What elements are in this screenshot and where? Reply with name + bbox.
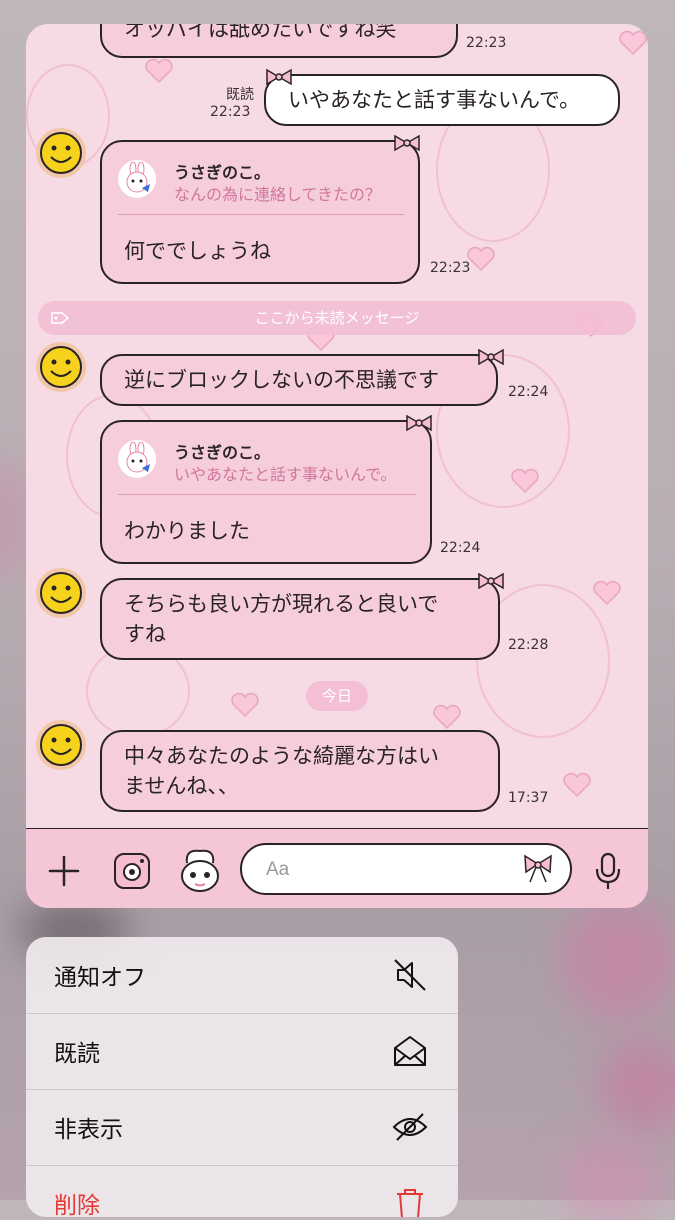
message-bubble-partial[interactable]: オッパイは舐めたいですね笑: [100, 24, 458, 58]
context-menu: 通知オフ 既読 非表示 削除: [26, 937, 458, 1217]
bow-decoration-icon: [394, 134, 420, 152]
message-text-line-1: 中々あなたのような綺麗な方はい: [124, 744, 439, 768]
message-text-line-2: すね: [124, 622, 166, 646]
heart-decoration-icon: [563, 772, 591, 798]
message-time: 22:24: [508, 384, 549, 400]
envelope-open-icon: [394, 1036, 426, 1066]
sticker-icon: [181, 849, 219, 892]
message-text: オッパイは舐めたいですね笑: [124, 24, 397, 41]
menu-item-hide[interactable]: 非表示: [26, 1089, 458, 1166]
reply-message-bubble[interactable]: うさぎのこ。 いやあなたと話す事ないんで。 わかりました: [100, 420, 432, 564]
heart-decoration-icon: [231, 692, 259, 718]
quoted-avatar: [118, 160, 156, 198]
message-bubble[interactable]: 中々あなたのような綺麗な方はい ませんね、、: [100, 730, 500, 812]
tag-icon: [51, 312, 70, 324]
heart-decoration-icon: [145, 58, 173, 84]
message-time: 22:23: [430, 260, 471, 276]
read-receipt: 既読: [226, 87, 254, 103]
unread-messages-divider: ここから未読メッセージ: [38, 301, 636, 335]
heart-decoration-icon: [433, 704, 461, 730]
microphone-icon: [595, 852, 621, 889]
smiley-face-icon: [40, 724, 82, 766]
bunny-avatar-icon: [126, 442, 150, 473]
message-text: わかりました: [124, 519, 250, 543]
smiley-face-icon: [40, 346, 82, 388]
message-text: 何ででしょうね: [124, 239, 271, 263]
camera-icon: [114, 853, 150, 889]
smiley-face-icon: [40, 132, 82, 174]
menu-item-label: 通知オフ: [54, 965, 146, 991]
quoted-message[interactable]: うさぎのこ。 なんの為に連絡してきたの？: [118, 156, 404, 215]
message-text-line-2: ませんね、、: [124, 774, 239, 798]
sent-message-bubble[interactable]: いやあなたと話す事ないんで。: [264, 74, 620, 126]
message-text: 逆にブロックしないの不思議です: [124, 368, 439, 392]
plus-icon: [48, 855, 80, 887]
camera-button[interactable]: [108, 847, 156, 895]
bow-decoration-icon: [478, 348, 504, 366]
bow-emoji-icon: [524, 854, 552, 883]
bunny-avatar-icon: [126, 162, 150, 193]
chat-preview[interactable]: オッパイは舐めたいですね笑 22:23 既読 22:23 いやあなたと話す事ない…: [26, 24, 648, 908]
quoted-avatar: [118, 440, 156, 478]
quoted-text: なんの為に連絡してきたの？: [174, 185, 382, 204]
menu-item-delete[interactable]: 削除: [26, 1165, 458, 1217]
heart-decoration-icon: [467, 246, 495, 272]
smiley-face-icon: [40, 572, 82, 614]
sticker-button[interactable]: [174, 843, 226, 897]
bow-decoration-icon: [406, 414, 432, 432]
contact-avatar[interactable]: [36, 342, 86, 392]
menu-item-label: 非表示: [54, 1117, 123, 1143]
message-time: 17:37: [508, 790, 549, 806]
message-text-line-1: そちらも良い方が現れると良いで: [124, 592, 439, 616]
message-bubble[interactable]: 逆にブロックしないの不思議です: [100, 354, 498, 406]
add-button[interactable]: [44, 851, 84, 891]
message-input-field[interactable]: [240, 843, 572, 895]
message-time: 22:28: [508, 637, 549, 653]
eye-off-icon: [392, 1113, 428, 1141]
bell-off-icon: [394, 959, 426, 991]
message-time: 22:24: [440, 540, 481, 556]
contact-avatar[interactable]: [36, 568, 86, 618]
quoted-text: いやあなたと話す事ないんで。: [174, 465, 397, 484]
contact-avatar[interactable]: [36, 128, 86, 178]
heart-decoration-icon: [593, 580, 621, 606]
message-text: いやあなたと話す事ないんで。: [288, 88, 581, 112]
reply-message-bubble[interactable]: うさぎのこ。 なんの為に連絡してきたの？ 何ででしょうね: [100, 140, 420, 284]
emoji-button[interactable]: [520, 851, 556, 887]
heart-decoration-icon: [619, 30, 647, 56]
message-bubble[interactable]: そちらも良い方が現れると良いで すね: [100, 578, 500, 660]
menu-item-label: 削除: [54, 1193, 100, 1217]
message-input-bar: [26, 828, 648, 908]
menu-item-mark-read[interactable]: 既読: [26, 1013, 458, 1090]
message-time: 22:23: [210, 104, 251, 120]
message-input[interactable]: [264, 855, 508, 885]
menu-item-label: 既読: [54, 1041, 100, 1067]
bow-decoration-icon: [478, 572, 504, 590]
menu-item-notifications-off[interactable]: 通知オフ: [26, 937, 458, 1014]
bow-decoration-icon: [266, 68, 292, 86]
message-time: 22:23: [466, 35, 507, 51]
contact-avatar[interactable]: [36, 720, 86, 770]
quoted-message[interactable]: うさぎのこ。 いやあなたと話す事ないんで。: [118, 436, 416, 495]
unread-divider-label: ここから未読メッセージ: [254, 309, 420, 327]
date-divider: 今日: [306, 681, 368, 711]
voice-button[interactable]: [588, 849, 628, 893]
trash-icon: [397, 1189, 423, 1217]
